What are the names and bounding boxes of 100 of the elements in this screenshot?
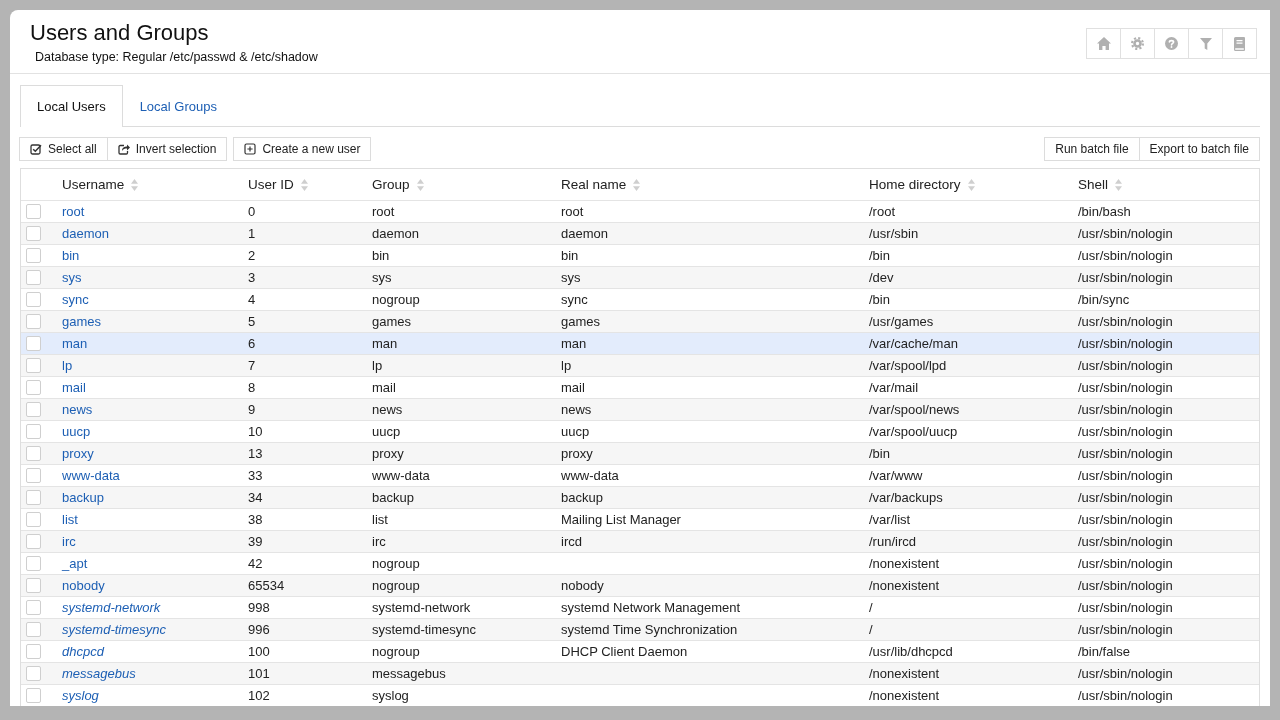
username-link[interactable]: uucp bbox=[62, 424, 91, 439]
table-row[interactable]: backup 34 backup backup /var/backups /usr/sbin/nologin bbox=[21, 486, 1259, 508]
username-link[interactable]: _apt bbox=[62, 556, 88, 571]
username-link[interactable]: games bbox=[62, 314, 102, 329]
table-row[interactable]: daemon 1 daemon daemon /usr/sbin /usr/sbin/nologin bbox=[21, 222, 1259, 244]
username-link[interactable]: man bbox=[62, 336, 88, 351]
username-link[interactable]: proxy bbox=[62, 446, 94, 461]
column-header[interactable]: Shell bbox=[1073, 177, 1259, 192]
table-cell-text: 7 bbox=[247, 357, 257, 375]
table-cell-text: /var/list bbox=[868, 511, 912, 529]
row-checkbox[interactable] bbox=[26, 424, 41, 439]
table-row[interactable]: proxy 13 proxy proxy /bin /usr/sbin/nologin bbox=[21, 442, 1259, 464]
username-link[interactable]: news bbox=[62, 402, 93, 417]
column-header[interactable]: Group bbox=[367, 177, 556, 192]
row-checkbox[interactable] bbox=[26, 556, 41, 571]
table-row[interactable]: man 6 man man /var/cache/man /usr/sbin/nologin bbox=[21, 332, 1259, 354]
username-link[interactable]: systemd-timesync bbox=[62, 622, 167, 637]
row-checkbox[interactable] bbox=[26, 292, 41, 307]
column-header[interactable]: Home directory bbox=[864, 177, 1073, 192]
username-link[interactable]: lp bbox=[62, 358, 73, 373]
help-button[interactable] bbox=[1154, 28, 1189, 59]
username-link[interactable]: www-data bbox=[62, 468, 120, 483]
row-checkbox[interactable] bbox=[26, 622, 41, 637]
filter-button[interactable] bbox=[1188, 28, 1223, 59]
column-header[interactable]: User ID bbox=[243, 177, 367, 192]
row-checkbox[interactable] bbox=[26, 534, 41, 549]
table-row[interactable]: mail 8 mail mail /var/mail /usr/sbin/nologin bbox=[21, 376, 1259, 398]
page-title: Users and Groups bbox=[30, 21, 210, 45]
table-cell-text: messagebus bbox=[371, 665, 447, 683]
table-row[interactable]: lp 7 lp lp /var/spool/lpd /usr/sbin/nologin bbox=[21, 354, 1259, 376]
table-row[interactable]: www-data 33 www-data www-data /var/www /usr/sbin/nologin bbox=[21, 464, 1259, 486]
table-row[interactable]: news 9 news news /var/spool/news /usr/sbin/nologin bbox=[21, 398, 1259, 420]
row-checkbox[interactable] bbox=[26, 314, 41, 329]
username-link[interactable]: nobody bbox=[62, 578, 105, 593]
username-link[interactable]: sync bbox=[62, 292, 89, 307]
table-row[interactable]: dhcpcd 100 nogroup DHCP Client Daemon /usr/lib/dhcpcd /bin/false bbox=[21, 640, 1259, 662]
row-checkbox[interactable] bbox=[26, 578, 41, 593]
table-row[interactable]: _apt 42 nogroup /nonexistent /usr/sbin/nologin bbox=[21, 552, 1259, 574]
export-batch-file-button[interactable]: Export to batch file bbox=[1138, 137, 1260, 161]
row-checkbox[interactable] bbox=[26, 688, 41, 703]
username-link[interactable]: bin bbox=[62, 248, 80, 263]
row-checkbox[interactable] bbox=[26, 226, 41, 241]
table-cell-text: /var/cache/man bbox=[868, 335, 959, 353]
table-row[interactable]: root 0 root root /root /bin/bash bbox=[21, 200, 1259, 222]
username-link[interactable]: daemon bbox=[62, 226, 109, 241]
run-batch-file-button[interactable]: Run batch file bbox=[1044, 137, 1140, 161]
row-checkbox[interactable] bbox=[26, 512, 41, 527]
username-link[interactable]: mail bbox=[62, 380, 86, 395]
username-link[interactable]: irc bbox=[62, 534, 76, 549]
row-checkbox[interactable] bbox=[26, 270, 41, 285]
username-link[interactable]: list bbox=[62, 512, 78, 527]
table-cell-text: systemd-network bbox=[371, 599, 472, 617]
row-checkbox[interactable] bbox=[26, 336, 41, 351]
table-row[interactable]: uucp 10 uucp uucp /var/spool/uucp /usr/sbin/nologin bbox=[21, 420, 1259, 442]
table-cell-text: systemd Time Synchronization bbox=[560, 621, 739, 639]
username-link[interactable]: syslog bbox=[62, 688, 99, 703]
column-header[interactable]: Username bbox=[57, 177, 243, 192]
tab[interactable]: Local Users bbox=[20, 85, 123, 127]
table-cell-text: 3 bbox=[247, 269, 257, 287]
row-checkbox[interactable] bbox=[26, 600, 41, 615]
row-checkbox[interactable] bbox=[26, 446, 41, 461]
table-row[interactable]: systemd-timesync 996 systemd-timesync systemd Time Synchronization / /usr/sbin/nologin bbox=[21, 618, 1259, 640]
table-cell-text: / bbox=[868, 621, 874, 639]
table-row[interactable]: sync 4 nogroup sync /bin /bin/sync bbox=[21, 288, 1259, 310]
table-row[interactable]: syslog 102 syslog /nonexistent /usr/sbin/nologin bbox=[21, 684, 1259, 706]
row-checkbox[interactable] bbox=[26, 380, 41, 395]
row-checkbox[interactable] bbox=[26, 644, 41, 659]
table-row[interactable]: sys 3 sys sys /dev /usr/sbin/nologin bbox=[21, 266, 1259, 288]
table-cell-text: games bbox=[371, 313, 413, 331]
username-link[interactable]: root bbox=[62, 204, 85, 219]
row-checkbox[interactable] bbox=[26, 490, 41, 505]
book-button[interactable] bbox=[1222, 28, 1257, 59]
table-row[interactable]: messagebus 101 messagebus /nonexistent /usr/sbin/nologin bbox=[21, 662, 1259, 684]
username-link[interactable]: dhcpcd bbox=[62, 644, 104, 659]
table-row[interactable]: games 5 games games /usr/games /usr/sbin/nologin bbox=[21, 310, 1259, 332]
table-row[interactable]: bin 2 bin bin /bin /usr/sbin/nologin bbox=[21, 244, 1259, 266]
table-row[interactable]: nobody 65534 nogroup nobody /nonexistent /usr/sbin/nologin bbox=[21, 574, 1259, 596]
row-checkbox[interactable] bbox=[26, 666, 41, 681]
username-link[interactable]: systemd-network bbox=[62, 600, 161, 615]
row-checkbox[interactable] bbox=[26, 358, 41, 373]
row-checkbox[interactable] bbox=[26, 468, 41, 483]
row-checkbox[interactable] bbox=[26, 402, 41, 417]
tab[interactable]: Local Groups bbox=[122, 85, 234, 127]
select-all-button[interactable]: Select all bbox=[19, 137, 108, 161]
sort-icon bbox=[1115, 178, 1123, 191]
username-link[interactable]: sys bbox=[62, 270, 82, 285]
settings-icon bbox=[1131, 37, 1144, 50]
row-checkbox[interactable] bbox=[26, 204, 41, 219]
table-cell-text: /usr/sbin/nologin bbox=[1077, 379, 1174, 397]
table-row[interactable]: systemd-network 998 systemd-network systemd Network Management / /usr/sbin/nologin bbox=[21, 596, 1259, 618]
username-link[interactable]: backup bbox=[62, 490, 104, 505]
table-row[interactable]: list 38 list Mailing List Manager /var/list /usr/sbin/nologin bbox=[21, 508, 1259, 530]
home-button[interactable] bbox=[1086, 28, 1121, 59]
username-link[interactable]: messagebus bbox=[62, 666, 136, 681]
row-checkbox[interactable] bbox=[26, 248, 41, 263]
settings-button[interactable] bbox=[1120, 28, 1155, 59]
create-user-button[interactable]: Create a new user bbox=[233, 137, 372, 161]
table-row[interactable]: irc 39 irc ircd /run/ircd /usr/sbin/nologin bbox=[21, 530, 1259, 552]
invert-selection-button[interactable]: Invert selection bbox=[106, 137, 228, 161]
column-header[interactable]: Real name bbox=[556, 177, 864, 192]
